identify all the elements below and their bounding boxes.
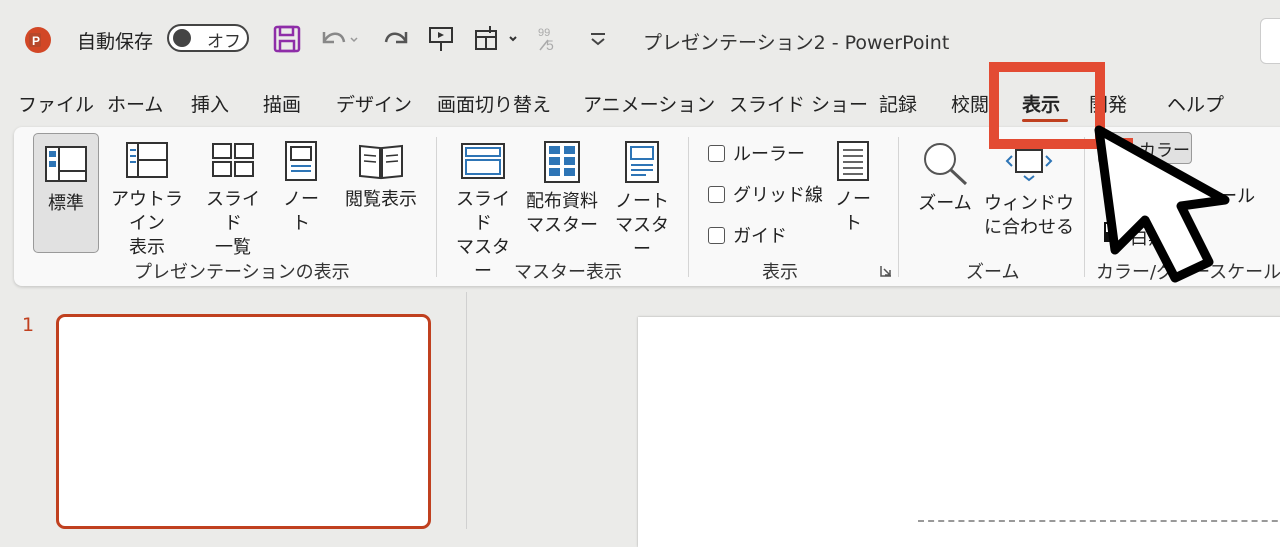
slide-master-label-2: マスター [456,237,510,282]
tab-home[interactable]: ホーム [107,90,163,117]
normal-view-button[interactable]: 標準 [33,133,99,253]
mouse-cursor-icon [1085,120,1265,290]
notes-page-button[interactable]: ノー ト [276,140,326,236]
gridlines-checkbox[interactable]: グリッド線 [708,181,823,207]
tab-design[interactable]: デザイン [336,90,412,117]
outline-view-label-1: アウトライン [111,189,183,234]
slide-sorter-label-1: スライド [206,189,260,234]
group-separator [898,137,899,277]
group-label-master-views: マスター表示 [514,262,622,283]
gridlines-label: グリッド線 [733,185,823,206]
save-icon[interactable] [272,24,302,54]
tab-record[interactable]: 記録 [879,90,917,117]
handout-master-label-2: マスター [526,215,598,236]
toggle-knob [173,29,191,47]
customize-qat-icon[interactable] [586,24,616,54]
outline-view-button[interactable]: アウトライン 表示 [104,140,190,260]
pane-divider[interactable] [466,292,467,529]
group-label-show: 表示 [762,262,798,283]
notes-page-label-1: ノー [283,189,319,210]
group-separator [436,137,437,277]
slide-thumbnail[interactable] [56,314,431,529]
slide-master-button[interactable]: スライド マスター [452,140,514,284]
checkbox-box [708,185,725,203]
slide-master-label-1: スライド [456,189,510,234]
slide-sorter-button[interactable]: スライド 一覧 [200,140,266,260]
fit-to-window-label-2: に合わせる [984,217,1074,238]
ruler-checkbox[interactable]: ルーラー [708,140,805,166]
zoom-label: ズーム [918,193,972,214]
normal-view-label: 標準 [48,193,84,214]
slide-canvas[interactable] [638,317,1280,547]
notes-pane-button[interactable]: ノー ト [830,140,876,236]
notes-pane-label-1: ノー [835,189,871,210]
slide-number: 1 [22,314,35,336]
handout-master-label-1: 配布資料 [526,191,598,212]
fit-to-window-button[interactable]: ウィンドウ に合わせる [984,140,1074,240]
tab-help[interactable]: ヘルプ [1167,90,1224,117]
format-painter-icon[interactable]: 99 5 [536,24,566,54]
tab-file[interactable]: ファイル [18,90,94,117]
group-separator [688,137,689,277]
notes-master-label-2: マスター [615,215,669,260]
tab-slideshow[interactable]: スライド ショー [729,90,868,117]
text-placeholder[interactable] [918,520,1280,542]
app-logo-icon: P [24,26,52,54]
svg-text:5: 5 [546,37,554,53]
svg-text:P: P [32,34,40,48]
autosave-state: オフ [207,32,241,52]
reading-view-button[interactable]: 閲覧表示 [338,140,424,212]
checkbox-box [708,226,725,244]
document-title: プレゼンテーション2 - PowerPoint [643,32,950,54]
tab-animations[interactable]: アニメーション [583,90,715,117]
group-label-zoom: ズーム [966,262,1020,283]
tab-review[interactable]: 校閲 [951,90,989,117]
autosave-label: 自動保存 [77,31,154,53]
tab-insert[interactable]: 挿入 [191,90,229,117]
redo-icon[interactable] [382,24,412,54]
outline-view-label-2: 表示 [129,237,165,258]
checkbox-box [708,144,725,162]
group-label-presentation-views: プレゼンテーションの表示 [134,262,350,283]
notes-pane-label-2: ト [844,213,862,234]
ruler-label: ルーラー [733,144,805,165]
slide-sorter-label-2: 一覧 [215,237,251,258]
notes-master-button[interactable]: ノート マスター [610,140,674,262]
notes-master-label-1: ノート [615,191,669,212]
fit-to-window-label-1: ウィンドウ [984,193,1074,214]
search-box[interactable] [1260,18,1280,64]
reading-view-label: 閲覧表示 [345,189,417,210]
insert-icon[interactable] [472,24,517,54]
autosave-toggle[interactable]: オフ [167,24,249,52]
tab-draw[interactable]: 描画 [263,90,301,117]
notes-page-label-2: ト [292,213,310,234]
dialog-launcher-icon[interactable] [879,263,893,282]
tab-transitions[interactable]: 画面切り替え [437,90,551,117]
present-icon[interactable] [426,24,456,54]
guides-checkbox[interactable]: ガイド [708,222,787,248]
guides-label: ガイド [733,226,787,247]
zoom-button[interactable]: ズーム [914,140,976,216]
undo-icon[interactable] [318,24,358,54]
handout-master-button[interactable]: 配布資料 マスター [520,140,604,238]
